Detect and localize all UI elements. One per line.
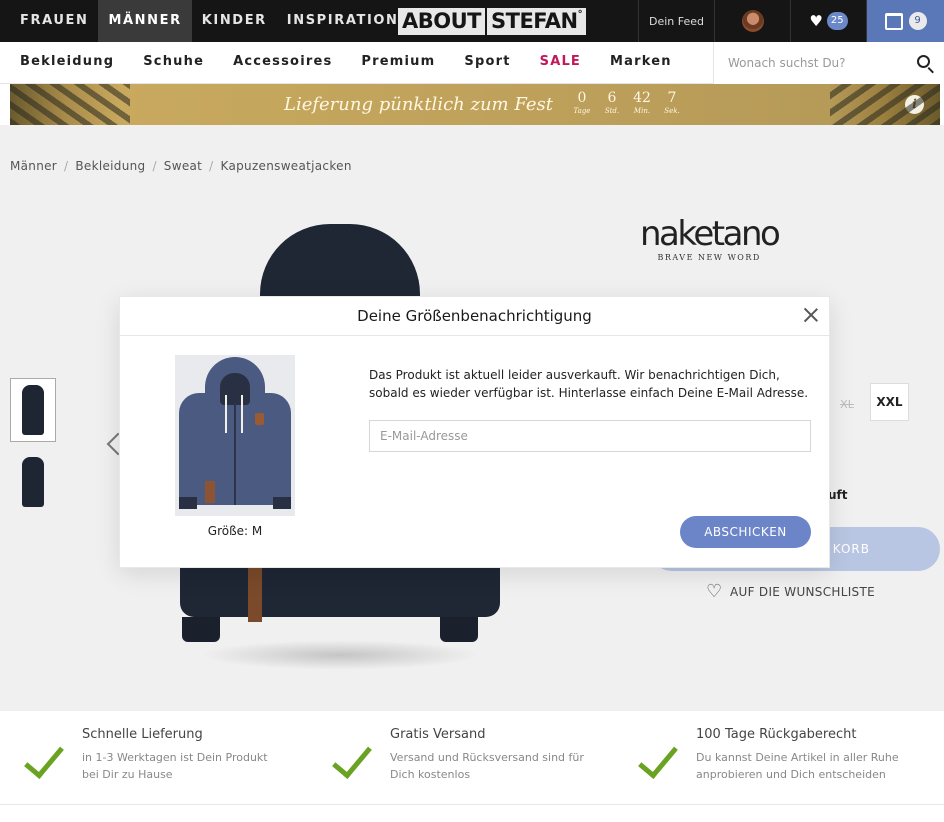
close-icon[interactable]: [801, 305, 821, 325]
dialog-title: Deine Größenbenachrichtigung: [357, 307, 592, 325]
dialog-header: Deine Größenbenachrichtigung: [120, 297, 829, 336]
check-icon: [638, 737, 678, 779]
check-icon: [24, 737, 64, 779]
benefit-description: Du kannst Deine Artikel in aller Ruhe anp…: [696, 751, 899, 781]
dialog-product-image: [175, 355, 295, 516]
benefits-bar: Schnelle Lieferung in 1-3 Werktagen ist …: [0, 710, 944, 805]
benefit-description: Versand und Rücksversand sind für Dich ko…: [390, 751, 584, 781]
dialog-message: Das Produkt ist aktuell leider ausverkau…: [369, 368, 809, 400]
benefit-title: Gratis Versand: [390, 727, 486, 742]
benefit-title: 100 Tage Rückgaberecht: [696, 727, 857, 742]
benefit-description: in 1-3 Werktagen ist Dein Produkt bei Dir…: [82, 751, 268, 781]
selected-size-label: Größe: M: [207, 524, 263, 538]
size-notification-dialog: Deine Größenbenachrichtigung Größe: M Da…: [120, 297, 829, 567]
benefit-title: Schnelle Lieferung: [82, 727, 203, 742]
submit-button[interactable]: ABSCHICKEN: [680, 516, 811, 548]
email-field[interactable]: [369, 420, 811, 452]
check-icon: [332, 737, 372, 779]
